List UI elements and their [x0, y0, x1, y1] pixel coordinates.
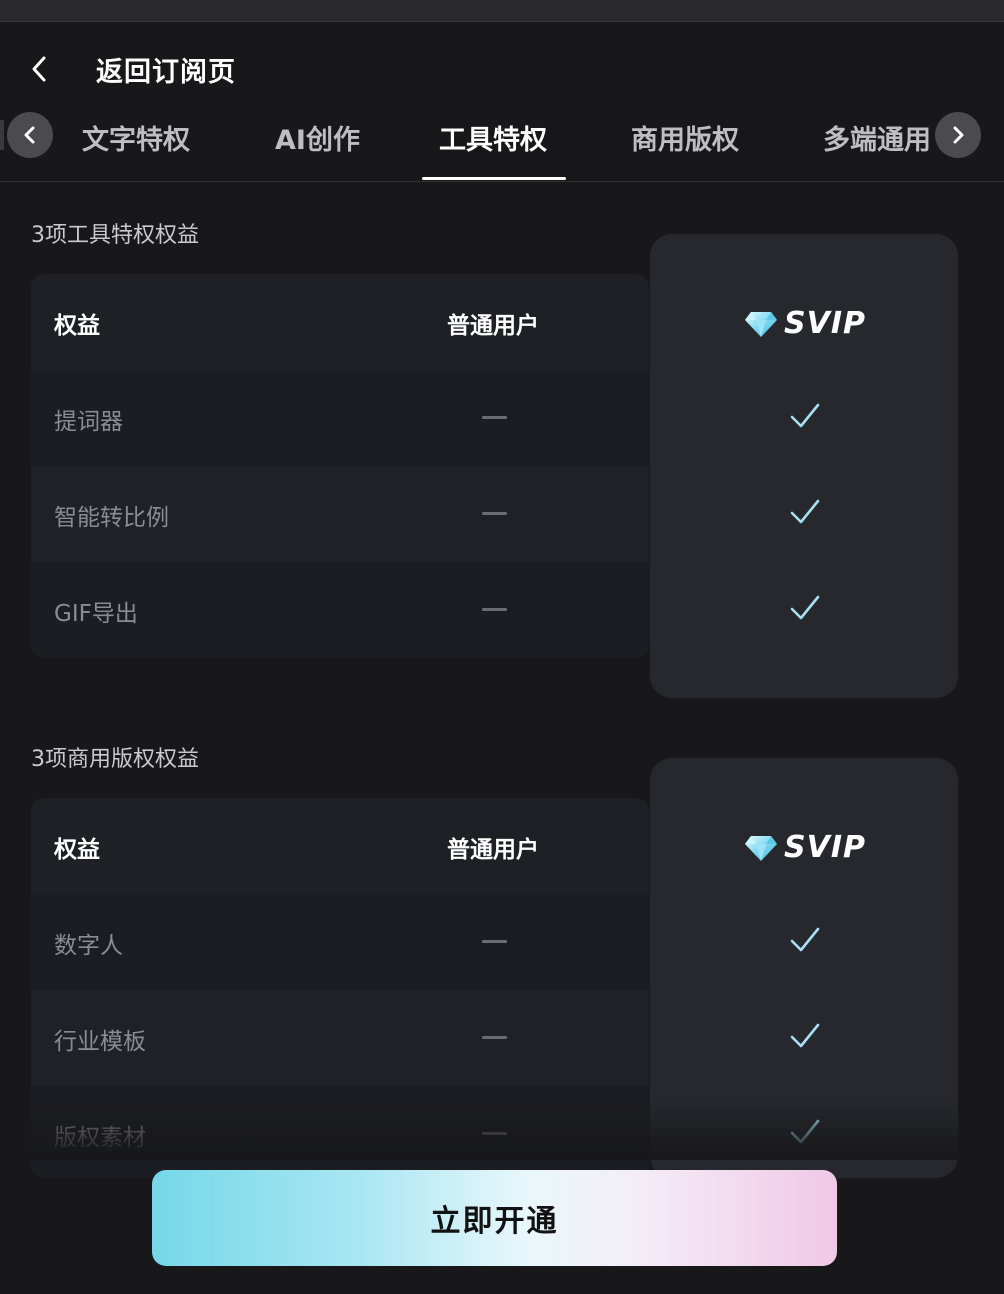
table-row: GIF导出: [31, 562, 649, 658]
tab-commercial-copyright[interactable]: 商用版权: [631, 118, 739, 157]
chevron-left-icon: [24, 126, 35, 144]
table-row: 版权素材: [31, 1086, 649, 1178]
svip-cell: [650, 894, 958, 990]
section-title-tools: 3项工具特权权益: [31, 223, 199, 248]
svip-label: SVIP: [784, 306, 866, 341]
tab-tool-privilege[interactable]: 工具特权: [439, 118, 547, 157]
table-header-row: 权益 普通用户: [31, 274, 649, 370]
section-title-commercial: 3项商用版权权益: [31, 747, 199, 772]
dash-icon: [482, 1132, 507, 1135]
diamond-icon: [745, 311, 777, 337]
active-tab-indicator: [422, 177, 566, 180]
svip-cell: [650, 990, 958, 1086]
benefit-label: 提词器: [54, 409, 123, 435]
check-icon: [790, 595, 820, 620]
tab-multi-device[interactable]: 多端通用: [823, 118, 931, 157]
benefit-label: 版权素材: [54, 1125, 146, 1151]
dash-icon: [482, 512, 507, 515]
header: 返回订阅页: [0, 22, 1004, 112]
benefit-label: 行业模板: [54, 1029, 146, 1055]
svip-column-tools: SVIP: [650, 234, 958, 698]
table-row: 提词器: [31, 370, 649, 466]
table-row: 数字人: [31, 894, 649, 990]
check-icon: [790, 403, 820, 428]
tab-bar: 文字特权 AI创作 工具特权 商用版权 多端通用: [0, 100, 1004, 182]
dash-icon: [482, 608, 507, 611]
benefit-table-commercial: 权益 普通用户 数字人 行业模板 版权素材: [31, 798, 649, 1178]
chevron-right-icon: [953, 126, 964, 144]
tab-scroll-right-button[interactable]: [935, 112, 981, 158]
check-icon: [790, 499, 820, 524]
svip-label: SVIP: [784, 830, 866, 865]
column-header-normal-user: 普通用户: [447, 837, 539, 863]
dash-icon: [482, 1036, 507, 1039]
column-header-benefit: 权益: [54, 313, 100, 339]
back-button[interactable]: [22, 52, 56, 86]
tab-edge: [0, 120, 4, 150]
svip-cell: [650, 466, 958, 562]
dash-icon: [482, 940, 507, 943]
check-icon: [790, 927, 820, 952]
benefit-table-tools: 权益 普通用户 提词器 智能转比例 GIF导出: [31, 274, 649, 658]
chevron-left-icon: [32, 56, 46, 82]
benefit-label: 智能转比例: [54, 505, 169, 531]
svip-cell: [650, 1086, 958, 1178]
check-icon: [790, 1023, 820, 1048]
tab-text-privilege[interactable]: 文字特权: [82, 118, 190, 157]
dash-icon: [482, 416, 507, 419]
diamond-icon: [745, 835, 777, 861]
table-row: 智能转比例: [31, 466, 649, 562]
tab-scroll-left-button[interactable]: [7, 112, 53, 158]
top-window-strip: [0, 0, 1004, 22]
svip-badge: SVIP: [744, 306, 866, 341]
page-title[interactable]: 返回订阅页: [96, 50, 236, 89]
benefit-label: GIF导出: [54, 601, 138, 627]
subscribe-now-button[interactable]: 立即开通: [152, 1170, 837, 1266]
table-header-row: 权益 普通用户: [31, 798, 649, 894]
table-row: 行业模板: [31, 990, 649, 1086]
svip-cell: [650, 562, 958, 658]
benefit-label: 数字人: [54, 933, 123, 959]
subscribe-now-label: 立即开通: [430, 1205, 559, 1238]
svip-cell: [650, 370, 958, 466]
column-header-benefit: 权益: [54, 837, 100, 863]
svip-badge: SVIP: [744, 830, 866, 865]
column-header-normal-user: 普通用户: [447, 313, 539, 339]
tab-ai-creation[interactable]: AI创作: [275, 118, 360, 157]
check-icon: [790, 1119, 820, 1144]
svip-column-commercial: SVIP: [650, 758, 958, 1178]
